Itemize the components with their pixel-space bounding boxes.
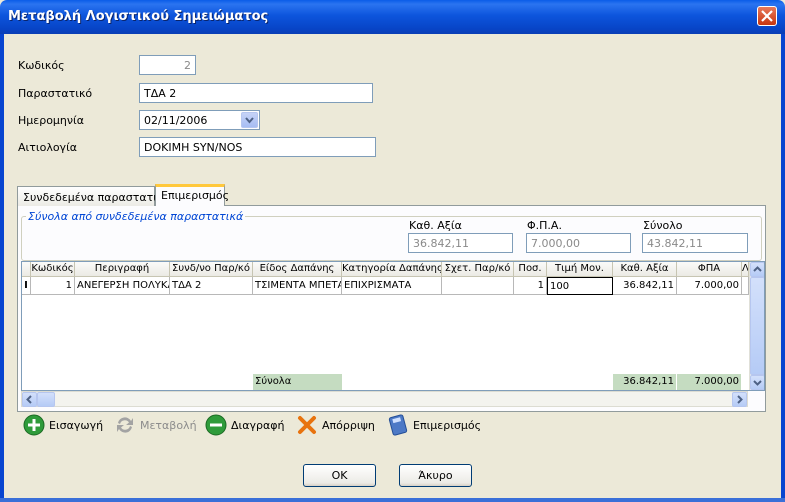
text-cursor-icon: I bbox=[22, 277, 31, 295]
row-selector-header bbox=[22, 262, 31, 277]
column-header[interactable]: Σχετ. Παρ/κό bbox=[442, 262, 514, 277]
scroll-right-button[interactable] bbox=[732, 392, 747, 407]
column-header[interactable]: Ποσ. bbox=[514, 262, 547, 277]
column-header[interactable]: Τιμή Μον. bbox=[547, 262, 613, 277]
scroll-down-button[interactable] bbox=[750, 375, 764, 390]
column-header[interactable]: Καθ. Αξία bbox=[613, 262, 677, 277]
reject-label: Απόρριψη bbox=[322, 418, 375, 432]
tab-allocation[interactable]: Επιμερισμός bbox=[155, 184, 229, 206]
column-header[interactable]: ΦΠΑ bbox=[677, 262, 742, 277]
grid-cell[interactable]: 1 bbox=[31, 277, 75, 295]
reject-button[interactable]: Απόρριψη bbox=[296, 413, 375, 437]
title-bar[interactable]: Μεταβολή Λογιστικού Σημειώματος bbox=[0, 0, 785, 34]
allocate-button[interactable]: Επιμερισμός bbox=[387, 413, 481, 437]
code-field[interactable]: 2 bbox=[139, 55, 196, 75]
scroll-left-icon bbox=[26, 395, 32, 404]
column-header[interactable]: Είδος Δαπάνης bbox=[253, 262, 342, 277]
delete-label: Διαγραφή bbox=[231, 418, 285, 432]
vertical-scrollbar[interactable] bbox=[749, 262, 764, 390]
grid-totals-vat: 7.000,00 bbox=[677, 374, 741, 390]
grid-cell[interactable]: ΤΔΑ 2 bbox=[170, 277, 253, 295]
edit-button[interactable]: Μεταβολή bbox=[114, 413, 197, 437]
remove-icon bbox=[205, 414, 227, 436]
reason-field[interactable]: DOKIMH SYN/NOS bbox=[139, 137, 376, 157]
column-header[interactable]: Συνδ/νο Παρ/κό bbox=[170, 262, 253, 277]
scroll-down-icon bbox=[753, 380, 762, 386]
horizontal-scroll-thumb[interactable] bbox=[37, 392, 55, 407]
horizontal-scrollbar[interactable] bbox=[21, 391, 748, 407]
scroll-thumb[interactable] bbox=[750, 277, 764, 375]
date-value: 02/11/2006 bbox=[144, 114, 208, 127]
grid-cell[interactable] bbox=[442, 277, 514, 295]
vat-label: Φ.Π.Α. bbox=[527, 219, 562, 232]
column-header[interactable]: Κατηγορία Δαπάνης bbox=[342, 262, 442, 277]
document-label: Παραστατικό bbox=[18, 87, 93, 100]
close-icon bbox=[761, 10, 773, 22]
allocate-label: Επιμερισμός bbox=[413, 418, 482, 432]
grid-totals-net: 36.842,11 bbox=[613, 374, 676, 390]
document-field[interactable]: ΤΔΑ 2 bbox=[139, 83, 373, 103]
reason-label: Αιτιολογία bbox=[18, 141, 78, 154]
refresh-icon bbox=[117, 417, 133, 433]
insert-button[interactable]: Εισαγωγή bbox=[23, 413, 103, 437]
calculator-icon bbox=[388, 414, 408, 436]
net-value-field: 36.842,11 bbox=[408, 233, 513, 253]
grid-cell[interactable]: ΑΝΕΓΕΡΣΗ ΠΟΛΥΚΑΤΟΙΚΙΑΣ bbox=[75, 277, 170, 295]
ok-button[interactable]: OK bbox=[303, 464, 376, 487]
vat-field: 7.000,00 bbox=[526, 233, 631, 253]
total-label: Σύνολο bbox=[643, 219, 683, 232]
date-dropdown-button[interactable] bbox=[241, 112, 258, 128]
reject-icon bbox=[298, 416, 316, 434]
scroll-up-icon bbox=[753, 266, 762, 272]
allocation-grid[interactable]: Κωδικός Περιγραφή Συνδ/νο Παρ/κό Είδος Δ… bbox=[21, 261, 765, 391]
dropdown-arrow-icon bbox=[245, 117, 254, 124]
grid-cell[interactable]: ΤΣΙΜΕΝΤΑ ΜΠΕΤΑ bbox=[253, 277, 342, 295]
grid-cell-editing[interactable]: 100 bbox=[547, 277, 613, 295]
taskbar-edge bbox=[0, 498, 785, 502]
scroll-right-icon bbox=[737, 395, 743, 404]
grid-cell[interactable] bbox=[742, 277, 749, 295]
tab-linked-documents[interactable]: Συνδεδεμένα παραστατικά bbox=[17, 186, 171, 206]
edit-label: Μεταβολή bbox=[140, 418, 197, 432]
scroll-left-button[interactable] bbox=[22, 392, 37, 407]
column-header[interactable]: Λ bbox=[742, 262, 749, 277]
grid-cell[interactable]: 36.842,11 bbox=[613, 277, 677, 295]
column-header[interactable]: Περιγραφή bbox=[75, 262, 170, 277]
close-button[interactable] bbox=[757, 6, 777, 26]
grid-cell[interactable]: 7.000,00 bbox=[677, 277, 742, 295]
total-field: 43.842,11 bbox=[642, 233, 748, 253]
window-title: Μεταβολή Λογιστικού Σημειώματος bbox=[8, 9, 269, 24]
totals-group-title: Σύνολα από συνδεδεμένα παραστατικά bbox=[26, 210, 246, 223]
grid-cell[interactable]: ΕΠΙΧΡΙΣΜΑΤΑ bbox=[342, 277, 442, 295]
add-icon bbox=[23, 414, 45, 436]
grid-totals-label: Σύνολα bbox=[253, 374, 342, 390]
column-header[interactable]: Κωδικός bbox=[31, 262, 75, 277]
insert-label: Εισαγωγή bbox=[49, 418, 104, 432]
grid-cell[interactable]: 1 bbox=[514, 277, 547, 295]
delete-button[interactable]: Διαγραφή bbox=[205, 413, 284, 437]
date-label: Ημερομηνία bbox=[18, 114, 85, 127]
code-label: Κωδικός bbox=[18, 59, 65, 72]
net-value-label: Καθ. Αξία bbox=[409, 219, 462, 232]
scroll-up-button[interactable] bbox=[750, 262, 764, 277]
date-picker[interactable]: 02/11/2006 bbox=[139, 110, 260, 130]
cancel-button[interactable]: Άκυρο bbox=[399, 464, 472, 487]
